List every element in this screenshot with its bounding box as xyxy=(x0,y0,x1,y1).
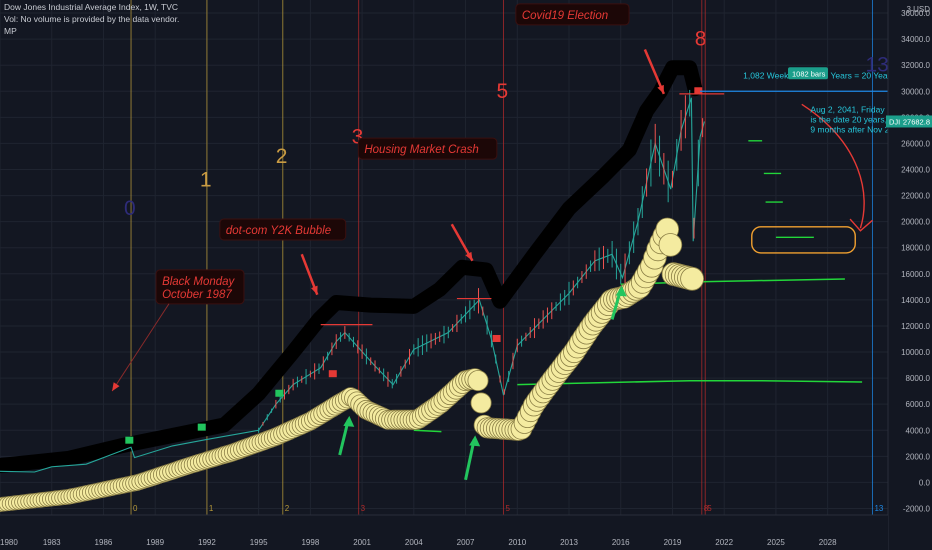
flag-marker xyxy=(328,370,337,378)
currency-label: 3 USD xyxy=(906,5,930,14)
x-tick-label: 2007 xyxy=(457,538,475,547)
y-tick-label: 2000.0 xyxy=(906,452,931,461)
x-tick-label: 2010 xyxy=(508,538,526,547)
x-tick-label: 1998 xyxy=(301,538,319,547)
projection-date-note: is the date 20 years, xyxy=(810,114,887,124)
y-tick-label: 26000.0 xyxy=(901,139,930,148)
y-tick-label: 4000.0 xyxy=(906,426,931,435)
last-price-value: 27682.8 xyxy=(903,117,930,126)
indicator-label: MP xyxy=(4,26,17,36)
x-tick-label: 2019 xyxy=(664,538,682,547)
cycle-number: 8 xyxy=(695,28,707,51)
x-tick-label: 2004 xyxy=(405,538,423,547)
annotation-label: Black Monday xyxy=(162,276,235,288)
x-tick-label: 2025 xyxy=(767,538,785,547)
cycle-number: 1 xyxy=(200,168,212,191)
x-tick-label: 2028 xyxy=(819,538,837,547)
cycle-number: 5 xyxy=(496,80,508,103)
chart-svg[interactable]: 0011223355885 1313 Covid19 ElectionHousin… xyxy=(0,0,932,550)
bars-badge-label: 1082 bars xyxy=(792,69,826,78)
x-tick-label: 2022 xyxy=(715,538,733,547)
cycle-line-label: 1 xyxy=(209,504,214,513)
y-tick-label: 22000.0 xyxy=(901,192,930,201)
x-tick-label: 2001 xyxy=(353,538,371,547)
projection-date-note: Aug 2, 2041, Friday xyxy=(810,104,885,114)
cycle-line-label: 3 xyxy=(361,504,366,513)
y-tick-label: 10000.0 xyxy=(901,348,930,357)
x-tick-label: 1983 xyxy=(43,538,61,547)
cycle-number: 2 xyxy=(276,145,288,168)
annotation-label: Covid19 Election xyxy=(522,10,608,22)
x-tick-label: 1995 xyxy=(250,538,268,547)
x-tick-label: 2013 xyxy=(560,538,578,547)
flag-marker xyxy=(492,334,501,342)
cycle-line-label: 2 xyxy=(285,504,290,513)
y-tick-label: 18000.0 xyxy=(901,244,930,253)
y-tick-label: 12000.0 xyxy=(901,322,930,331)
last-price-symbol: DJI xyxy=(889,117,900,126)
y-tick-label: 30000.0 xyxy=(901,87,930,96)
y-tick-label: 0.0 xyxy=(919,478,931,487)
ball-marker xyxy=(470,392,492,414)
y-tick-label: 16000.0 xyxy=(901,270,930,279)
ball-marker xyxy=(467,370,489,392)
annotation-label: October 1987 xyxy=(162,289,232,301)
x-tick-label: 1989 xyxy=(146,538,164,547)
flag-marker xyxy=(125,436,134,444)
volume-note: Vol: No volume is provided by the data v… xyxy=(4,14,180,24)
ball-marker xyxy=(658,233,683,257)
y-tick-label: 8000.0 xyxy=(906,374,931,383)
y-tick-label: 32000.0 xyxy=(901,61,930,70)
x-axis-panel xyxy=(0,515,888,550)
x-tick-label: 1980 xyxy=(0,538,18,547)
cycle-line-label: 0 xyxy=(133,504,138,513)
x-tick-label: 2016 xyxy=(612,538,630,547)
ball-marker xyxy=(680,266,704,291)
cycle-line-label: 13 xyxy=(874,504,883,513)
annotation-label: Housing Market Crash xyxy=(364,144,478,156)
chart-title: Dow Jones Industrial Average Index, 1W, … xyxy=(4,2,179,12)
y-tick-label: 24000.0 xyxy=(901,165,930,174)
y-tick-label: 14000.0 xyxy=(901,296,930,305)
y-tick-label: -2000.0 xyxy=(903,504,931,513)
flag-marker xyxy=(197,423,206,431)
y-tick-label: 34000.0 xyxy=(901,35,930,44)
x-tick-label: 1986 xyxy=(95,538,113,547)
y-tick-label: 20000.0 xyxy=(901,218,930,227)
cycle-number: 0 xyxy=(124,197,136,220)
y-tick-label: 6000.0 xyxy=(906,400,931,409)
cycle-line-label: 5 xyxy=(707,504,712,513)
chart-root: 0 0 1 1 2 2 3 3 5 5 8 8 5 13 13 Covid19 Election Housin… xyxy=(0,0,932,550)
annotation-label: dot-com Y2K Bubble xyxy=(226,225,331,237)
x-tick-label: 1992 xyxy=(198,538,216,547)
cycle-line-label: 5 xyxy=(505,504,510,513)
flag-marker xyxy=(275,389,284,397)
